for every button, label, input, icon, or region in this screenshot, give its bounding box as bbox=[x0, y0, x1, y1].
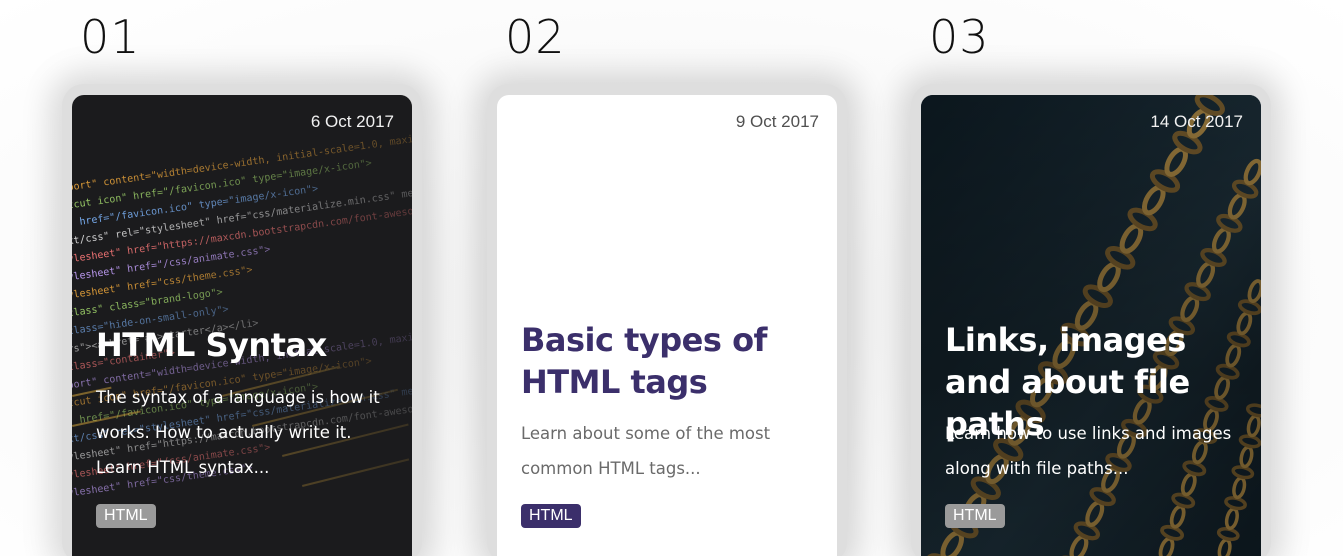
card-number: 02 bbox=[505, 10, 566, 64]
card-title[interactable]: Basic types of HTML tags bbox=[521, 319, 821, 403]
card-date: 14 Oct 2017 bbox=[1150, 112, 1243, 131]
card-description: Learn about some of the most common HTML… bbox=[521, 424, 771, 478]
card-column-3: 03 14 Oct 2017 Links, images and about f… bbox=[911, 0, 1281, 556]
tag-badge[interactable]: HTML bbox=[945, 504, 1005, 528]
card-column-2: 02 9 Oct 2017 Basic types of HTML tags L… bbox=[487, 0, 857, 556]
card-description: Learn how to use links and images along … bbox=[945, 424, 1232, 478]
card-date: 9 Oct 2017 bbox=[735, 112, 819, 131]
article-card-basic-tags[interactable]: 9 Oct 2017 Basic types of HTML tags Lear… bbox=[497, 95, 837, 556]
card-number: 03 bbox=[929, 10, 990, 64]
tag-badge[interactable]: HTML bbox=[521, 504, 581, 528]
card-column-1: 01 port" content="width=device-width, in… bbox=[62, 0, 432, 556]
card-date: 6 Oct 2017 bbox=[310, 112, 394, 131]
article-card-links-images[interactable]: 14 Oct 2017 Links, images and about file… bbox=[921, 95, 1261, 556]
card-gallery: 01 port" content="width=device-width, in… bbox=[0, 0, 1343, 556]
article-card-html-syntax[interactable]: port" content="width=device-width, initi… bbox=[72, 95, 412, 556]
card-number: 01 bbox=[80, 10, 141, 64]
card-description: The syntax of a language is how it works… bbox=[96, 388, 380, 477]
tag-badge[interactable]: HTML bbox=[96, 504, 156, 528]
card-title[interactable]: HTML Syntax bbox=[96, 324, 396, 366]
